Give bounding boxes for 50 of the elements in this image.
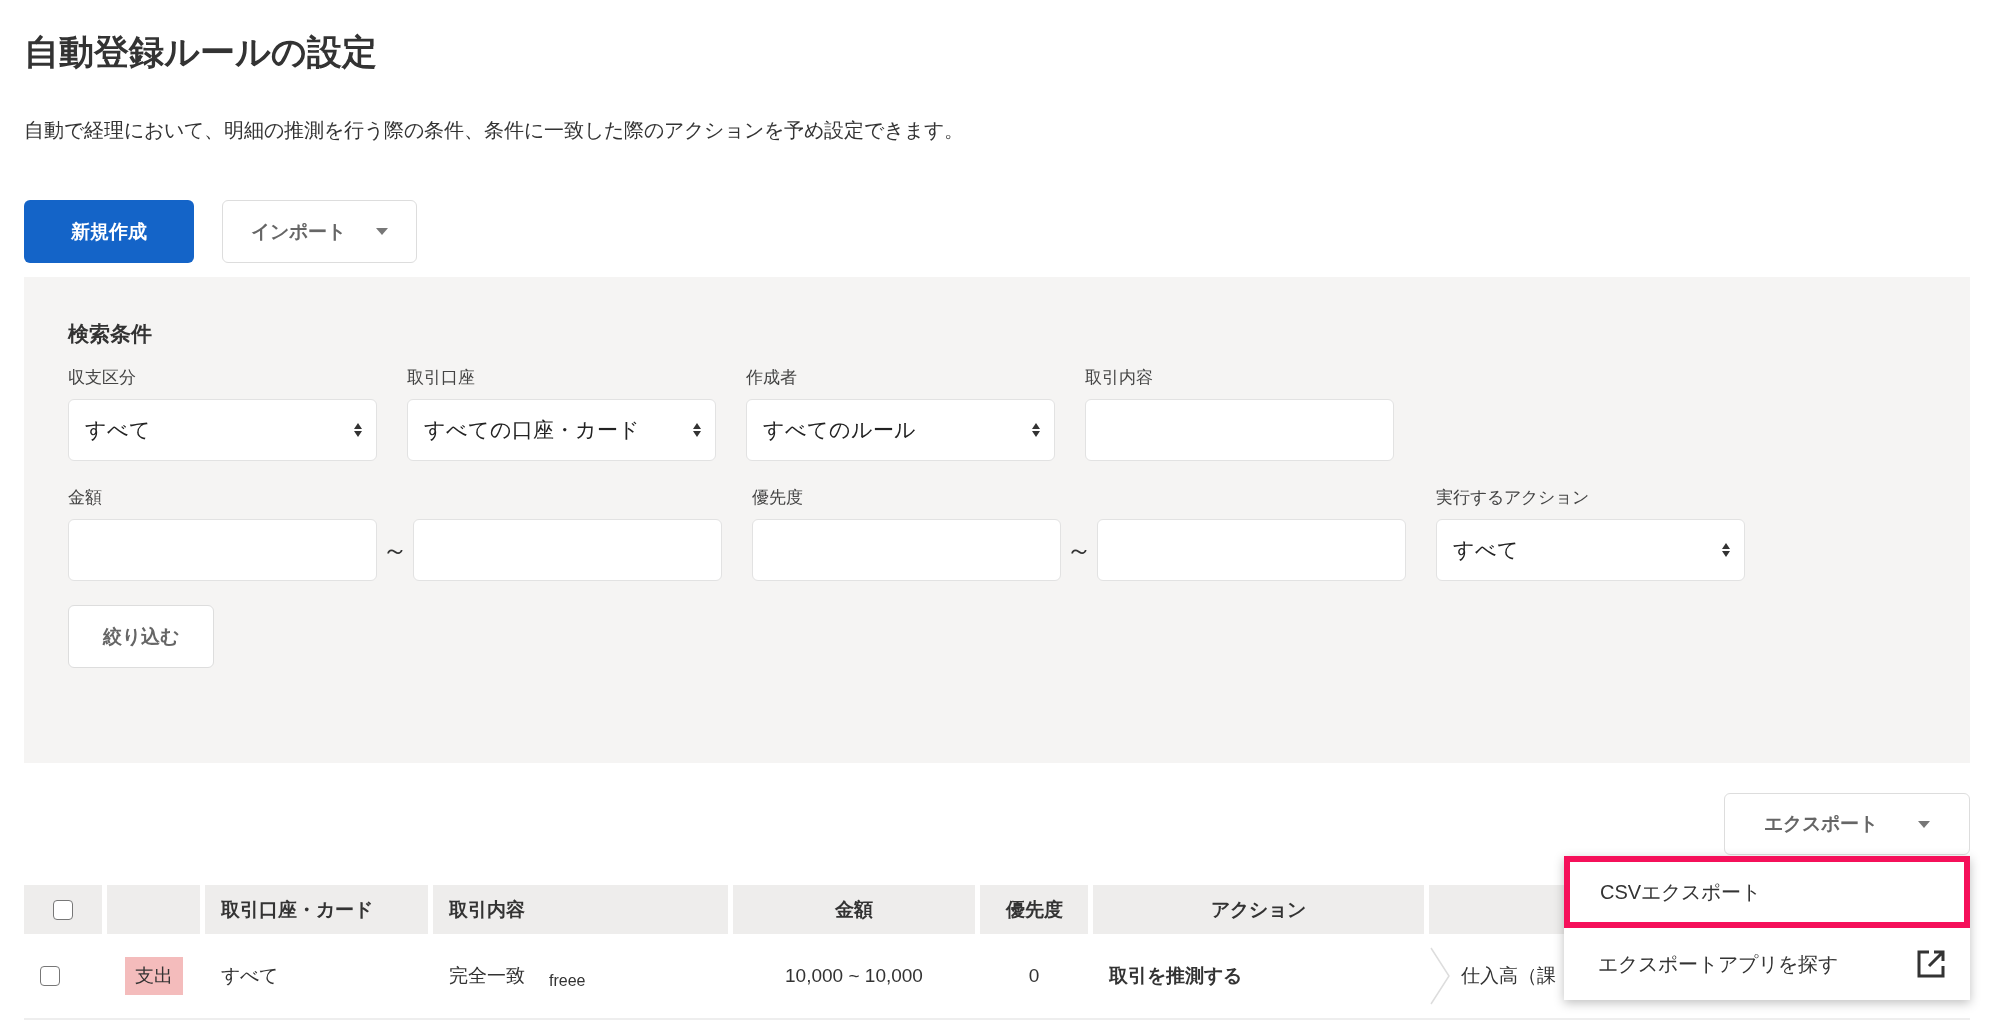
select-field[interactable]: すべてのルール bbox=[746, 399, 1055, 461]
field-label: 収支区分 bbox=[68, 367, 137, 389]
table-cell-text: 仕入高（課 bbox=[1461, 964, 1556, 988]
table-cell: 0 bbox=[1028, 965, 1040, 987]
panel-heading: 検索条件 bbox=[68, 321, 153, 347]
updown-icon bbox=[1722, 543, 1730, 557]
page-title: 自動登録ルールの設定 bbox=[24, 31, 378, 73]
header-cell: アクション bbox=[1093, 885, 1424, 934]
table-cell: 10,000 ~ 10,000 bbox=[785, 965, 923, 987]
header-cell: 取引口座・カード bbox=[205, 885, 428, 934]
min-field[interactable] bbox=[752, 519, 1061, 581]
select-field[interactable]: すべて bbox=[1436, 519, 1745, 581]
field-label: 取引内容 bbox=[1085, 367, 1154, 389]
caret-icon bbox=[376, 228, 388, 235]
type-tag: 支出 bbox=[124, 957, 183, 995]
match-text: freee bbox=[549, 972, 586, 990]
min-field[interactable] bbox=[68, 519, 377, 581]
field-label: 実行するアクション bbox=[1436, 487, 1590, 509]
select-field[interactable]: すべての口座・カード bbox=[407, 399, 716, 461]
chevron-icon bbox=[1429, 946, 1451, 1006]
filter-button[interactable]: 絞り込む bbox=[68, 605, 214, 668]
field-label: 取引口座 bbox=[407, 367, 476, 389]
header-cell: 優先度 bbox=[980, 885, 1088, 934]
tilde: ～ bbox=[1065, 533, 1093, 567]
caret-icon bbox=[1918, 820, 1930, 828]
row-checkbox[interactable] bbox=[40, 966, 60, 986]
field-label: 金額 bbox=[68, 487, 103, 509]
page-description: 自動で経理において、明細の推測を行う際の条件、条件に一致した際のアクションを予め設定できます。 bbox=[24, 118, 965, 143]
table-cell-text: すべて bbox=[221, 964, 278, 988]
select-all-checkbox[interactable] bbox=[53, 899, 73, 920]
updown-icon bbox=[1032, 423, 1040, 437]
field-label: 優先度 bbox=[752, 487, 804, 509]
tilde: ～ bbox=[381, 533, 409, 567]
create-button[interactable]: 新規作成 bbox=[24, 200, 194, 263]
menu-item[interactable]: CSVエクスポート bbox=[1564, 856, 1970, 928]
import-button[interactable]: インポート bbox=[222, 200, 417, 263]
select-field[interactable]: すべて bbox=[68, 399, 377, 461]
external-link-icon bbox=[1916, 949, 1946, 979]
text-field[interactable] bbox=[1085, 399, 1394, 461]
table-cell-text: 完全一致 bbox=[449, 964, 525, 988]
max-field[interactable] bbox=[413, 519, 722, 581]
export-button[interactable]: エクスポート bbox=[1724, 793, 1970, 855]
table-cell-text: 取引を推測する bbox=[1109, 964, 1242, 988]
field-label: 作成者 bbox=[746, 367, 798, 389]
header-cell: 取引内容 bbox=[433, 885, 728, 934]
updown-icon bbox=[693, 423, 701, 437]
header-cell: 金額 bbox=[733, 885, 975, 934]
max-field[interactable] bbox=[1097, 519, 1406, 581]
menu-item[interactable]: エクスポートアプリを探す bbox=[1564, 928, 1970, 1000]
updown-icon bbox=[354, 423, 362, 437]
